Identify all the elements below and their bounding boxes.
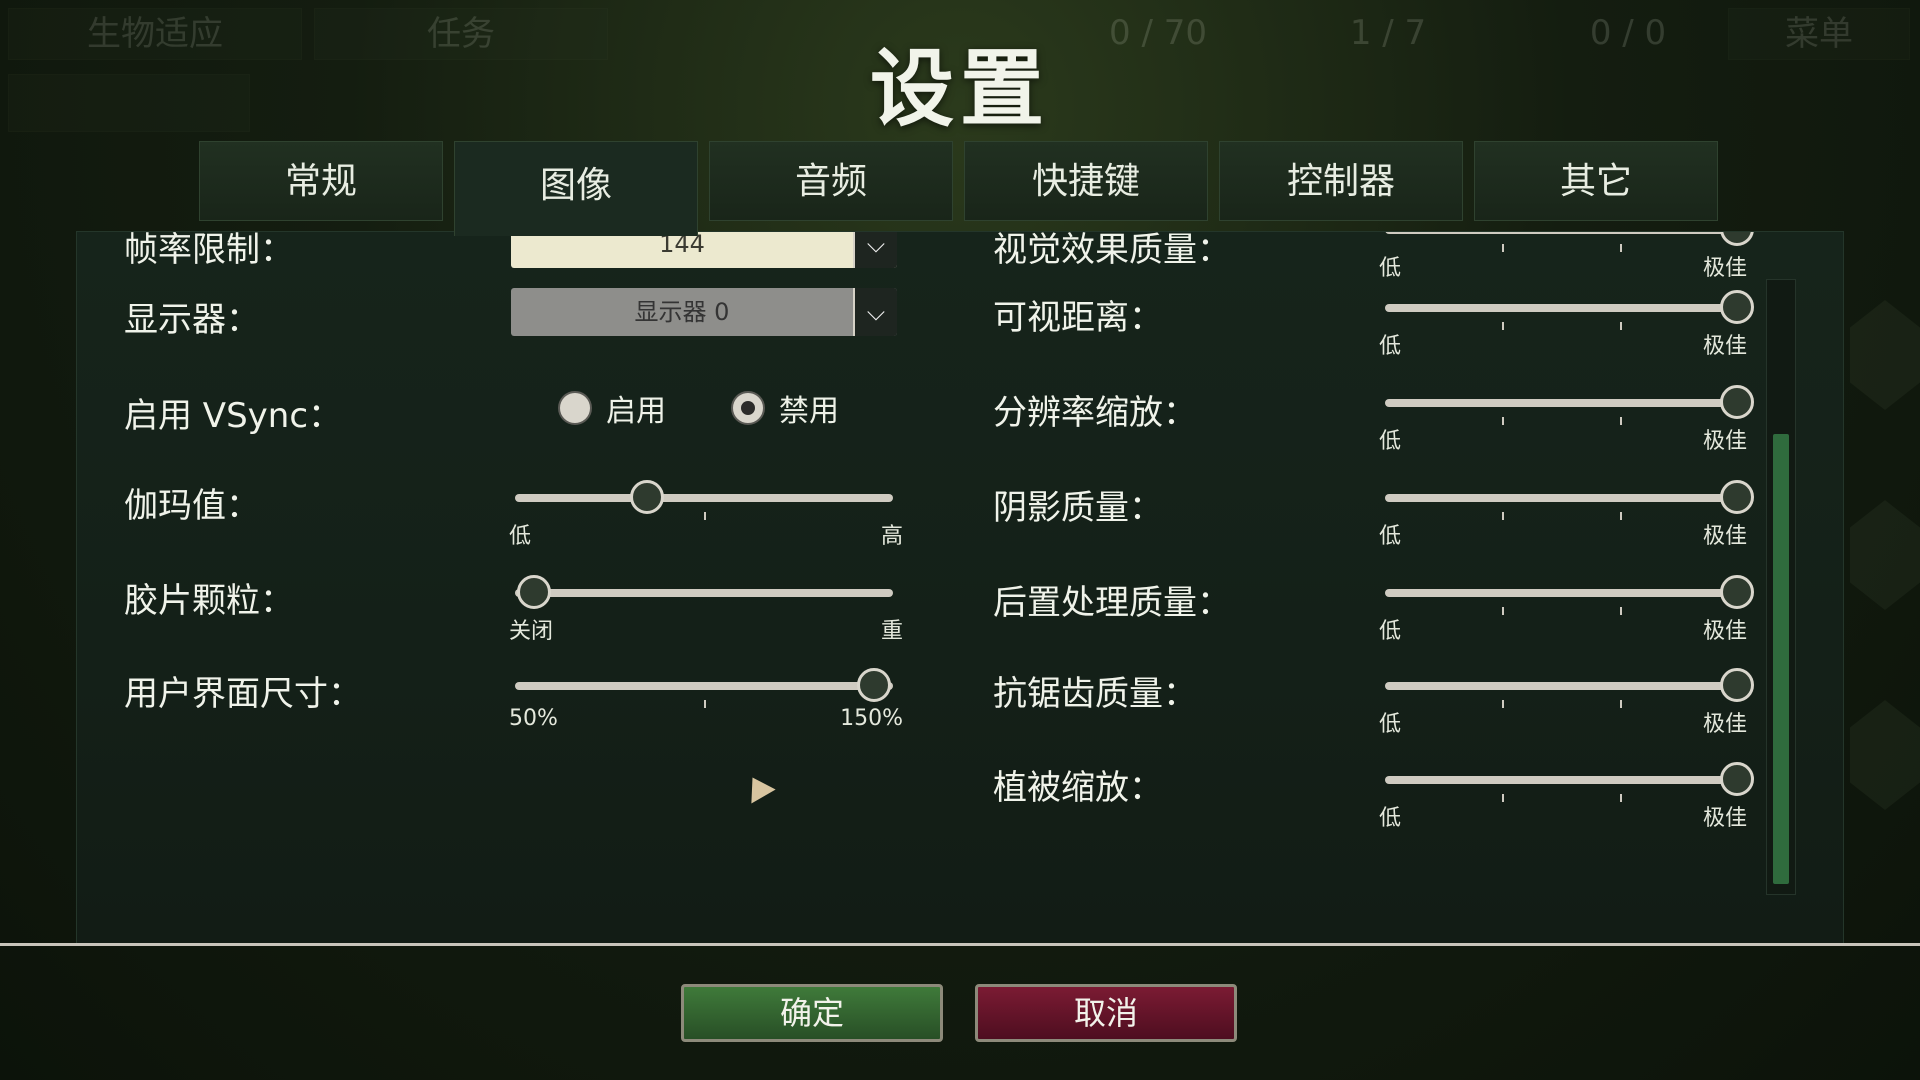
slider-tick <box>1619 700 1622 708</box>
tab-hotkeys[interactable]: 快捷键 <box>964 141 1208 221</box>
slider-max-label: 极佳 <box>1702 429 1747 454</box>
resolution-scale-label: 分辨率缩放： <box>993 393 1197 433</box>
slider-max-label: 极佳 <box>1702 256 1747 281</box>
row-visual-quality: 视觉效果质量： 低 极佳 <box>77 231 1843 284</box>
background-hex <box>1850 300 1920 410</box>
slider-tick <box>1502 417 1505 425</box>
slider-tick <box>1619 794 1622 802</box>
tab-graphics[interactable]: 图像 <box>454 141 698 236</box>
tab-other[interactable]: 其它 <box>1474 141 1718 221</box>
slider-knob[interactable] <box>1720 232 1754 246</box>
vegetation-scale-label: 植被缩放： <box>993 768 1163 808</box>
row-vegetation-scale: 植被缩放： 低 极佳 <box>77 760 1843 831</box>
dialog-title: 设置 <box>869 40 1050 138</box>
slider-knob[interactable] <box>1720 385 1754 419</box>
slider-min-label: 低 <box>1379 429 1402 454</box>
slider-track[interactable] <box>1385 494 1737 502</box>
slider-max-label: 极佳 <box>1702 712 1747 737</box>
slider-min-label: 低 <box>1379 524 1402 549</box>
tab-audio[interactable]: 音频 <box>709 141 953 221</box>
footer-divider <box>0 943 1920 946</box>
settings-scrollbar[interactable] <box>1766 279 1796 895</box>
slider-track[interactable] <box>1385 232 1737 234</box>
visual-quality-label: 视觉效果质量： <box>993 231 1231 270</box>
slider-knob[interactable] <box>1720 290 1754 324</box>
tab-controller[interactable]: 控制器 <box>1219 141 1463 221</box>
slider-max-label: 极佳 <box>1702 524 1747 549</box>
post-processing-label: 后置处理质量： <box>993 583 1231 623</box>
cancel-button[interactable]: 取消 <box>975 984 1237 1042</box>
antialiasing-slider[interactable]: 低 极佳 <box>1379 666 1754 737</box>
slider-max-label: 极佳 <box>1702 806 1747 831</box>
slider-min-label: 低 <box>1379 712 1402 737</box>
confirm-button[interactable]: 确定 <box>681 984 943 1042</box>
slider-tick <box>1502 512 1505 520</box>
row-post-processing: 后置处理质量： 低 极佳 <box>77 573 1843 645</box>
slider-max-label: 极佳 <box>1702 334 1747 359</box>
slider-tick <box>1619 512 1622 520</box>
background-hex <box>1850 700 1920 810</box>
post-processing-slider[interactable]: 低 极佳 <box>1379 573 1754 644</box>
row-resolution-scale: 分辨率缩放： 低 极佳 <box>77 383 1843 455</box>
slider-track[interactable] <box>1385 776 1737 784</box>
slider-knob[interactable] <box>1720 762 1754 796</box>
slider-min-label: 低 <box>1379 806 1402 831</box>
slider-tick <box>1619 417 1622 425</box>
slider-min-label: 低 <box>1379 334 1402 359</box>
slider-max-label: 极佳 <box>1702 619 1747 644</box>
background-hex <box>1850 500 1920 610</box>
scrollbar-thumb[interactable] <box>1773 434 1789 884</box>
slider-tick <box>1502 794 1505 802</box>
vegetation-scale-slider[interactable]: 低 极佳 <box>1379 760 1754 831</box>
slider-track[interactable] <box>1385 682 1737 690</box>
slider-track[interactable] <box>1385 589 1737 597</box>
tab-general[interactable]: 常规 <box>199 141 443 221</box>
shadow-quality-slider[interactable]: 低 极佳 <box>1379 478 1754 549</box>
slider-tick <box>1619 244 1622 252</box>
shadow-quality-label: 阴影质量： <box>993 488 1163 528</box>
row-antialiasing: 抗锯齿质量： 低 极佳 <box>77 666 1843 737</box>
slider-knob[interactable] <box>1720 668 1754 702</box>
slider-tick <box>1619 607 1622 615</box>
slider-min-label: 低 <box>1379 256 1402 281</box>
slider-knob[interactable] <box>1720 480 1754 514</box>
slider-tick <box>1502 322 1505 330</box>
graphics-settings-panel: 帧率限制： 144 ⌵ 显示器： 显示器 0 ⌵ 启用 VSync： 启用 禁用… <box>76 231 1844 944</box>
slider-tick <box>1502 244 1505 252</box>
row-view-distance: 可视距离： 低 极佳 <box>77 288 1843 360</box>
slider-knob[interactable] <box>1720 575 1754 609</box>
view-distance-label: 可视距离： <box>993 298 1163 338</box>
slider-tick <box>1502 607 1505 615</box>
resolution-scale-slider[interactable]: 低 极佳 <box>1379 383 1754 454</box>
antialiasing-label: 抗锯齿质量： <box>993 674 1197 714</box>
slider-tick <box>1619 322 1622 330</box>
slider-track[interactable] <box>1385 399 1737 407</box>
slider-tick <box>1502 700 1505 708</box>
slider-track[interactable] <box>1385 304 1737 312</box>
row-shadow-quality: 阴影质量： 低 极佳 <box>77 478 1843 550</box>
view-distance-slider[interactable]: 低 极佳 <box>1379 288 1754 359</box>
slider-min-label: 低 <box>1379 619 1402 644</box>
visual-quality-slider[interactable]: 低 极佳 <box>1379 232 1754 281</box>
